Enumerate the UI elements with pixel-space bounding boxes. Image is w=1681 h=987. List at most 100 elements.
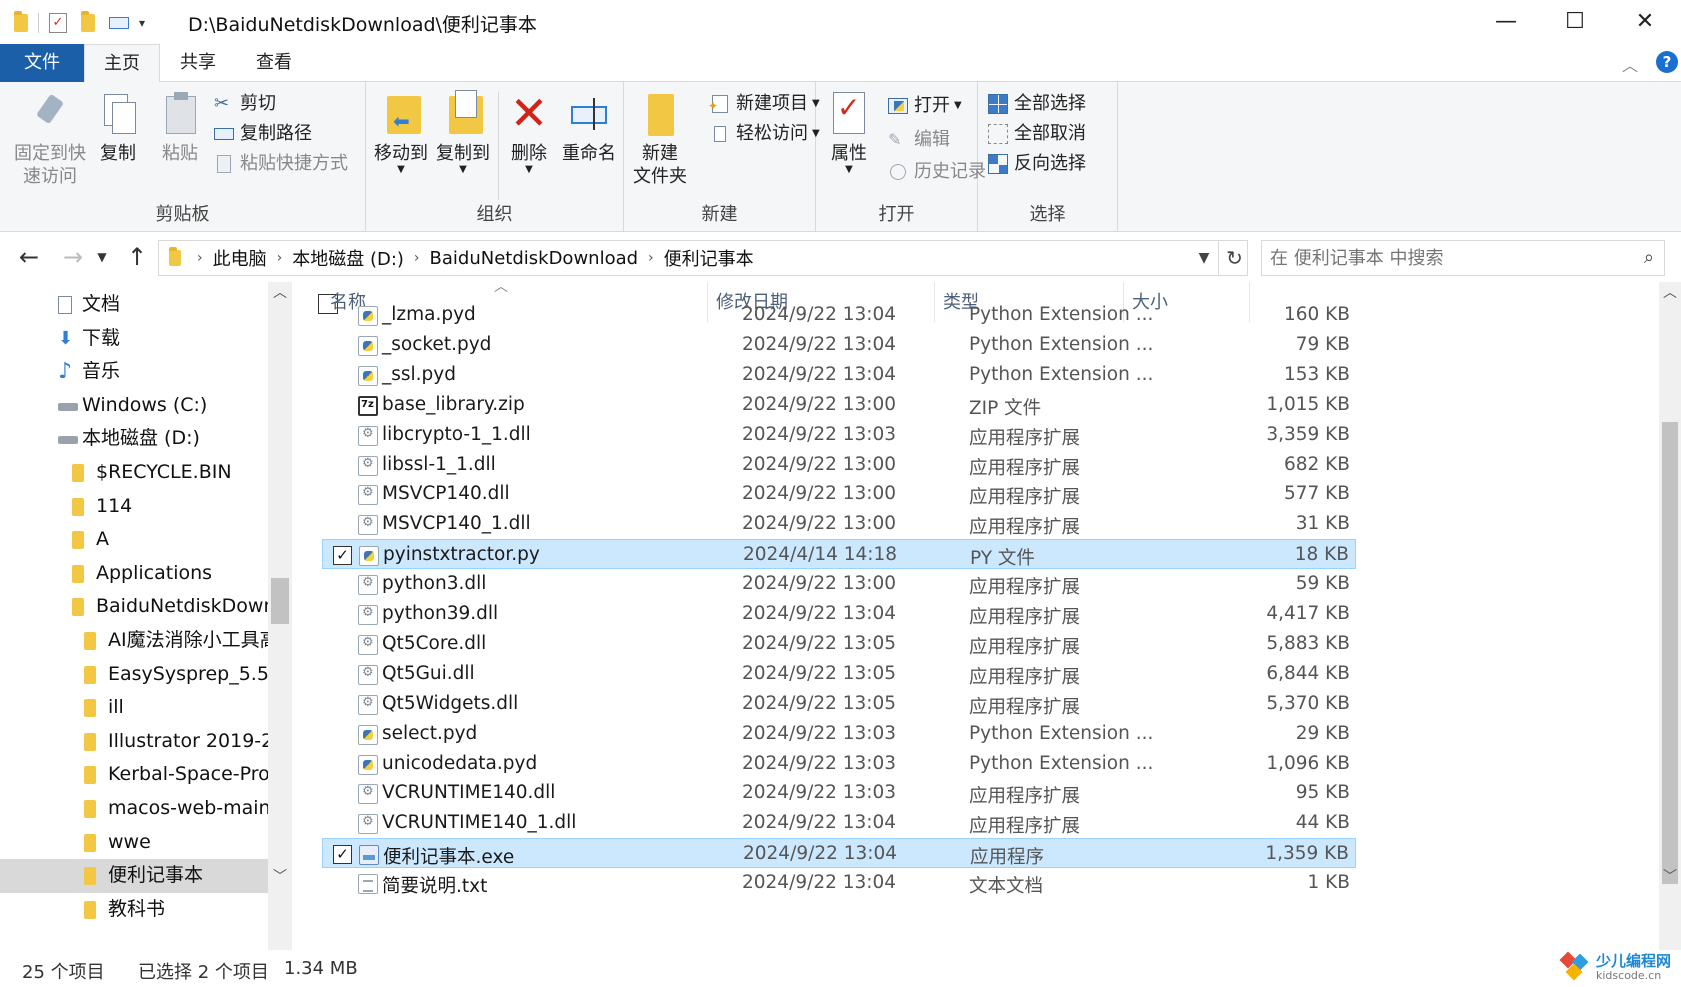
nav-item[interactable]: A [0, 523, 268, 557]
copy-path-button[interactable]: 复制路径 [214, 120, 312, 148]
breadcrumb-current[interactable]: 便利记事本 [664, 245, 754, 271]
file-list-scroll-thumb[interactable] [1662, 422, 1678, 884]
address-dropdown-icon[interactable]: ▼ [1192, 240, 1216, 276]
nav-item[interactable]: ill [0, 691, 268, 725]
nav-item[interactable]: $RECYCLE.BIN [0, 456, 268, 490]
select-all-button[interactable]: 全部选择 [988, 90, 1086, 118]
nav-item[interactable]: 本地磁盘 (D:) [0, 422, 268, 456]
nav-pane-scrollbar[interactable]: ︿ ﹀ [268, 282, 292, 950]
file-row[interactable]: ✓ 便利记事本.exe 2024/9/22 13:04 应用程序 1,359 KB [322, 838, 1356, 868]
nav-item[interactable]: 便利记事本 [0, 859, 268, 893]
file-row[interactable]: Qt5Gui.dll 2024/9/22 13:05 应用程序扩展 6,844 KB [322, 659, 1356, 689]
file-size: 95 KB [1295, 782, 1350, 804]
refresh-button[interactable]: ↻ [1218, 240, 1250, 276]
file-row[interactable]: VCRUNTIME140.dll 2024/9/22 13:03 应用程序扩展 95 … [322, 778, 1356, 808]
open-button[interactable]: 打开 ▼ [888, 92, 962, 120]
file-row[interactable]: python3.dll 2024/9/22 13:00 应用程序扩展 59 KB [322, 569, 1356, 599]
file-row[interactable]: VCRUNTIME140_1.dll 2024/9/22 13:04 应用程序扩展 4… [322, 808, 1356, 838]
nav-item[interactable]: Kerbal-Space-Prog [0, 758, 268, 792]
nav-item[interactable]: ⬇ 下载 [0, 322, 268, 356]
collapse-ribbon-icon[interactable]: ︿ [1622, 52, 1638, 76]
file-row[interactable]: base_library.zip 2024/9/22 13:00 ZIP 文件 1,0… [322, 390, 1356, 420]
back-button[interactable]: ← [12, 240, 46, 274]
maximize-button[interactable]: ☐ [1555, 6, 1595, 38]
search-box[interactable]: ⌕ [1261, 240, 1665, 276]
copy-to-button[interactable]: 复制到 ▼ [432, 90, 494, 175]
breadcrumb-separator[interactable]: › [277, 250, 283, 266]
rename-quick-icon[interactable] [109, 17, 129, 29]
row-checkbox[interactable]: ✓ [333, 546, 352, 566]
nav-scroll-thumb[interactable] [271, 578, 289, 624]
breadcrumb-baidunetdisk[interactable]: BaiduNetdiskDownload [430, 248, 639, 269]
file-row[interactable]: unicodedata.pyd 2024/9/22 13:03 Python Ext… [322, 749, 1356, 779]
rename-button[interactable]: 重命名 [558, 90, 620, 165]
file-row[interactable]: python39.dll 2024/9/22 13:04 应用程序扩展 4,417 K… [322, 599, 1356, 629]
file-row[interactable]: Qt5Widgets.dll 2024/9/22 13:05 应用程序扩展 5,370… [322, 689, 1356, 719]
file-row[interactable]: MSVCP140.dll 2024/9/22 13:00 应用程序扩展 577 KB [322, 479, 1356, 509]
nav-item[interactable]: Applications [0, 557, 268, 591]
copy-button[interactable]: 复制 [90, 90, 146, 165]
scroll-up-icon[interactable]: ︿ [268, 282, 292, 304]
close-button[interactable]: ✕ [1625, 6, 1665, 38]
breadcrumb-separator[interactable]: › [197, 250, 203, 266]
help-icon[interactable]: ? [1656, 51, 1678, 73]
new-item-button[interactable]: ✦ 新建项目 ▼ [708, 90, 820, 118]
file-row[interactable]: 简要说明.txt 2024/9/22 13:04 文本文档 1 KB [322, 868, 1356, 898]
file-row[interactable]: libssl-1_1.dll 2024/9/22 13:00 应用程序扩展 682 K… [322, 450, 1356, 480]
scroll-up-icon[interactable]: ︿ [1659, 282, 1681, 304]
nav-item[interactable]: 文档 [0, 288, 268, 322]
breadcrumb-this-pc[interactable]: 此电脑 [213, 245, 267, 271]
paste-shortcut-button[interactable]: 粘贴快捷方式 [214, 150, 348, 178]
file-row[interactable]: ✓ pyinstxtractor.py 2024/4/14 14:18 PY 文件 18… [322, 539, 1356, 569]
row-checkbox[interactable]: ✓ [333, 845, 352, 865]
file-row[interactable]: select.pyd 2024/9/22 13:03 Python Extensio… [322, 719, 1356, 749]
nav-item[interactable]: 114 [0, 490, 268, 524]
file-row[interactable]: libcrypto-1_1.dll 2024/9/22 13:03 应用程序扩展 3,… [322, 420, 1356, 450]
recent-locations-button[interactable]: ▼ [92, 240, 112, 274]
new-folder-button[interactable]: 新建 文件夹 [628, 90, 692, 188]
properties-button[interactable]: ✓ 属性 ▼ [820, 90, 878, 175]
breadcrumb-drive-d[interactable]: 本地磁盘 (D:) [292, 245, 404, 271]
tab-share[interactable]: 共享 [160, 44, 236, 82]
nav-item[interactable]: ♪ 音乐 [0, 355, 268, 389]
file-row[interactable]: _ssl.pyd 2024/9/22 13:04 Python Extension … [322, 360, 1356, 390]
file-row[interactable]: _socket.pyd 2024/9/22 13:04 Python Extensi… [322, 330, 1356, 360]
properties-quick-icon[interactable]: ✓ [49, 13, 67, 33]
history-button[interactable]: 历史记录 [888, 158, 986, 186]
nav-item[interactable]: Illustrator 2019-20 [0, 725, 268, 759]
up-button[interactable]: ↑ [120, 240, 154, 274]
breadcrumb-separator[interactable]: › [648, 250, 654, 266]
minimize-button[interactable]: — [1486, 6, 1526, 38]
scroll-down-icon[interactable]: ﹀ [268, 866, 292, 888]
nav-item[interactable]: wwe [0, 826, 268, 860]
nav-item[interactable]: 教科书 [0, 893, 268, 927]
cut-button[interactable]: ✂ 剪切 [214, 90, 276, 118]
nav-item[interactable]: macos-web-main [0, 792, 268, 826]
nav-item[interactable]: Windows (C:) [0, 389, 268, 423]
address-bar[interactable]: › 此电脑 › 本地磁盘 (D:) › BaiduNetdiskDownload… [158, 240, 1248, 276]
file-row[interactable]: Qt5Core.dll 2024/9/22 13:05 应用程序扩展 5,883 KB [322, 629, 1356, 659]
select-none-button[interactable]: 全部取消 [988, 120, 1086, 148]
nav-item[interactable]: EasySysprep_5.5.2 [0, 658, 268, 692]
forward-button[interactable]: → [56, 240, 90, 274]
tab-view[interactable]: 查看 [236, 44, 312, 82]
paste-button[interactable]: 粘贴 [152, 90, 208, 165]
delete-button[interactable]: ✕ 删除 ▼ [502, 90, 556, 175]
pin-quick-access-button[interactable]: 固定到快 速访问 [8, 90, 92, 188]
tab-home[interactable]: 主页 [84, 44, 160, 83]
easy-access-button[interactable]: 轻松访问 ▼ [710, 120, 820, 148]
breadcrumb-separator[interactable]: › [414, 250, 420, 266]
new-folder-quick-icon[interactable] [81, 11, 95, 32]
file-list-scrollbar[interactable]: ︿ ﹀ [1659, 282, 1681, 950]
search-input[interactable] [1262, 241, 1622, 275]
nav-item[interactable]: BaiduNetdiskDown [0, 590, 268, 624]
edit-button[interactable]: ✎ 编辑 [888, 126, 950, 154]
customize-quick-access-icon[interactable]: ▾ [139, 16, 145, 30]
tab-file[interactable]: 文件 [0, 44, 84, 82]
file-row[interactable]: MSVCP140_1.dll 2024/9/22 13:00 应用程序扩展 31 KB [322, 509, 1356, 539]
invert-selection-button[interactable]: 反向选择 [988, 150, 1086, 178]
scroll-down-icon[interactable]: ﹀ [1659, 866, 1681, 888]
move-to-button[interactable]: ⬅ 移动到 ▼ [370, 90, 432, 175]
nav-item[interactable]: AI魔法消除小工具高 [0, 624, 268, 658]
file-row[interactable]: _lzma.pyd 2024/9/22 13:04 Python Extension… [322, 300, 1356, 330]
